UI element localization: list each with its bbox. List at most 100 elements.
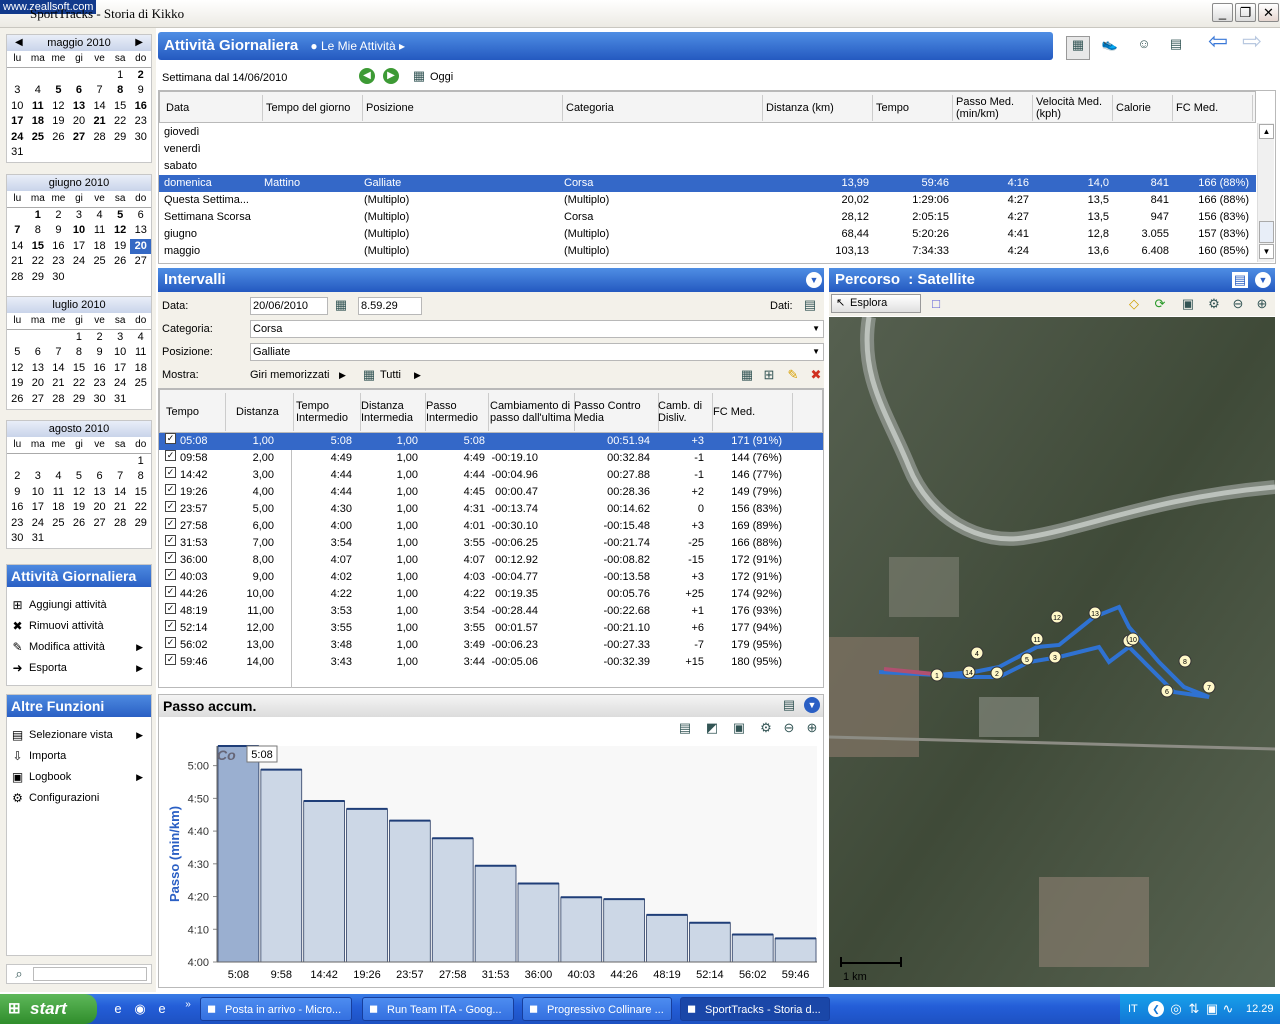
calendar-day[interactable]: 17: [28, 500, 49, 516]
calendar-day[interactable]: 22: [110, 114, 131, 130]
calendar-day[interactable]: 3: [110, 330, 131, 346]
column-header[interactable]: FC Med.: [1173, 95, 1253, 121]
checkbox[interactable]: ✓: [165, 484, 176, 495]
calendar-day[interactable]: 1: [28, 208, 49, 224]
laps-dropdown[interactable]: Giri memorizzati: [250, 368, 329, 382]
calendar-day[interactable]: 2: [48, 208, 69, 224]
calendar-day[interactable]: 8: [69, 345, 90, 361]
table-row[interactable]: ✓ 09:58 2,00 4:49 1,00 4:49 -00:19.10 00:32.84 -…: [159, 450, 823, 467]
panel-item[interactable]: ▤ Selezionare vista ▶: [7, 725, 151, 746]
checkbox[interactable]: ✓: [165, 586, 176, 597]
map-settings-icon[interactable]: ⚙: [1206, 296, 1222, 312]
calendar-day[interactable]: 2: [7, 469, 28, 485]
calendar-day[interactable]: 9: [130, 83, 151, 99]
calendar-day[interactable]: 28: [48, 392, 69, 408]
column-header[interactable]: Cambiamento di passo dall'ultima: [487, 393, 575, 431]
table-row[interactable]: ✓ 31:53 7,00 3:54 1,00 3:55 -00:06.25 -00:21.74…: [159, 535, 823, 552]
checkbox[interactable]: ✓: [165, 467, 176, 478]
table-row[interactable]: ✓ 40:03 9,00 4:02 1,00 4:03 -00:04.77 -00:13.58…: [159, 569, 823, 586]
calendar-day[interactable]: 28: [7, 270, 28, 286]
tray-expand-icon[interactable]: ❮: [1148, 1001, 1164, 1017]
checkbox[interactable]: ✓: [165, 552, 176, 563]
checkbox[interactable]: ✓: [165, 654, 176, 665]
checkbox[interactable]: ✓: [165, 637, 176, 648]
table-row[interactable]: ✓ 44:26 10,00 4:22 1,00 4:22 00:19.35 00:05.76 +…: [159, 586, 823, 603]
data-icon[interactable]: ▤: [802, 297, 818, 313]
layout-icon[interactable]: ▤: [781, 697, 797, 713]
calendar-day[interactable]: 12: [48, 99, 69, 115]
map-zoom-out-icon[interactable]: ⊖: [1230, 296, 1246, 312]
map-save-icon[interactable]: ▣: [1180, 296, 1196, 312]
maximize-button[interactable]: ❐: [1235, 3, 1256, 22]
calendar-day[interactable]: 16: [130, 99, 151, 115]
calendar-day[interactable]: 4: [130, 330, 151, 346]
calendar-day[interactable]: 6: [69, 83, 90, 99]
calendar-day[interactable]: 24: [28, 516, 49, 532]
table-row[interactable]: venerdì: [159, 141, 1256, 158]
start-button[interactable]: ⊞ start: [0, 994, 97, 1024]
calendar-day[interactable]: 25: [28, 130, 49, 146]
satellite-map[interactable]: 1234567891011121314 1 km: [829, 317, 1275, 987]
panel-item[interactable]: ✎ Modifica attività ▶: [7, 637, 151, 658]
panel-item[interactable]: ➜ Esporta ▶: [7, 658, 151, 679]
athlete-icon[interactable]: ☺: [1132, 36, 1156, 60]
calendar-day[interactable]: 29: [110, 130, 131, 146]
time-field[interactable]: 8.59.29: [358, 297, 422, 315]
table-row[interactable]: ✓ 27:58 6,00 4:00 1,00 4:01 -00:30.10 -00:15.48…: [159, 518, 823, 535]
breadcrumb[interactable]: ● Le Mie Attività ▸: [310, 39, 405, 53]
column-header[interactable]: Tempo del giorno: [263, 95, 363, 121]
table-row[interactable]: maggio (Multiplo) (Multiplo) 103,13 7:34:33 4…: [159, 243, 1256, 260]
intervals-collapse-icon[interactable]: ▼: [806, 272, 822, 288]
minimize-button[interactable]: _: [1212, 3, 1233, 22]
calendar-day[interactable]: 2: [89, 330, 110, 346]
back-arrow-icon[interactable]: ⇦: [1204, 30, 1232, 60]
calendar-day[interactable]: 23: [48, 254, 69, 270]
calendar-day[interactable]: 14: [89, 99, 110, 115]
column-header[interactable]: Camb. di Disliv.: [655, 393, 713, 431]
date-field[interactable]: 20/06/2010: [250, 297, 328, 315]
panel-item[interactable]: ⚙ Configurazioni: [7, 788, 151, 809]
calendar-day[interactable]: 10: [7, 99, 28, 115]
all-dropdown[interactable]: Tutti: [380, 368, 401, 382]
calendar-day[interactable]: 20: [28, 376, 49, 392]
table-row[interactable]: ✓ 05:08 1,00 5:08 1,00 5:08 00:51.94 +3 171 (91%…: [159, 433, 823, 450]
calendar-day[interactable]: 5: [7, 345, 28, 361]
column-header[interactable]: Distanza: [233, 393, 294, 431]
calendar-day[interactable]: 29: [69, 392, 90, 408]
calendar-day[interactable]: 13: [69, 99, 90, 115]
calendar-day[interactable]: 6: [130, 208, 151, 224]
shield-tray-icon[interactable]: ▣: [1204, 1001, 1220, 1017]
column-header[interactable]: Passo Intermedio: [423, 393, 489, 431]
table-row[interactable]: giovedì: [159, 124, 1256, 141]
column-header[interactable]: FC Med.: [710, 393, 793, 431]
calendar-day[interactable]: 15: [28, 239, 49, 255]
table-row[interactable]: ✓ 19:26 4,00 4:44 1,00 4:45 00:00.47 00:28.36 +2…: [159, 484, 823, 501]
checkbox[interactable]: ✓: [165, 501, 176, 512]
calendar-day[interactable]: 31: [7, 145, 28, 161]
next-week-icon[interactable]: ▶: [383, 68, 399, 84]
checkbox[interactable]: ✓: [165, 518, 176, 529]
calendar-day[interactable]: 7: [7, 223, 28, 239]
quicklaunch-more-icon[interactable]: »: [180, 997, 196, 1013]
calendar-day[interactable]: 12: [110, 223, 131, 239]
calendar-day[interactable]: 28: [110, 516, 131, 532]
column-header[interactable]: Categoria: [563, 95, 763, 121]
calendar-day[interactable]: 26: [110, 254, 131, 270]
calendar-day[interactable]: 26: [7, 392, 28, 408]
zoom-in-icon[interactable]: ⊕: [804, 720, 820, 736]
calendar-day[interactable]: 16: [48, 239, 69, 255]
column-header[interactable]: Passo Med. (min/km): [953, 95, 1033, 121]
calendar-day[interactable]: 19: [7, 376, 28, 392]
calendar-day[interactable]: 11: [28, 99, 49, 115]
table-row[interactable]: ✓ 48:19 11,00 3:53 1,00 3:54 -00:28.44 -00:22.6…: [159, 603, 823, 620]
forward-arrow-icon[interactable]: ⇨: [1238, 30, 1266, 60]
table-row[interactable]: ✓ 52:14 12,00 3:55 1,00 3:55 00:01.57 -00:21.10…: [159, 620, 823, 637]
column-header[interactable]: Distanza Intermedia: [358, 393, 426, 431]
calendar-day[interactable]: 22: [28, 254, 49, 270]
calendar-day[interactable]: 13: [28, 361, 49, 377]
zoom-out-icon[interactable]: ⊖: [781, 720, 797, 736]
calendar-day[interactable]: 28: [89, 130, 110, 146]
calendar-day[interactable]: 8: [28, 223, 49, 239]
shoe-icon[interactable]: 👟: [1098, 36, 1122, 60]
calendar-day[interactable]: 4: [28, 83, 49, 99]
